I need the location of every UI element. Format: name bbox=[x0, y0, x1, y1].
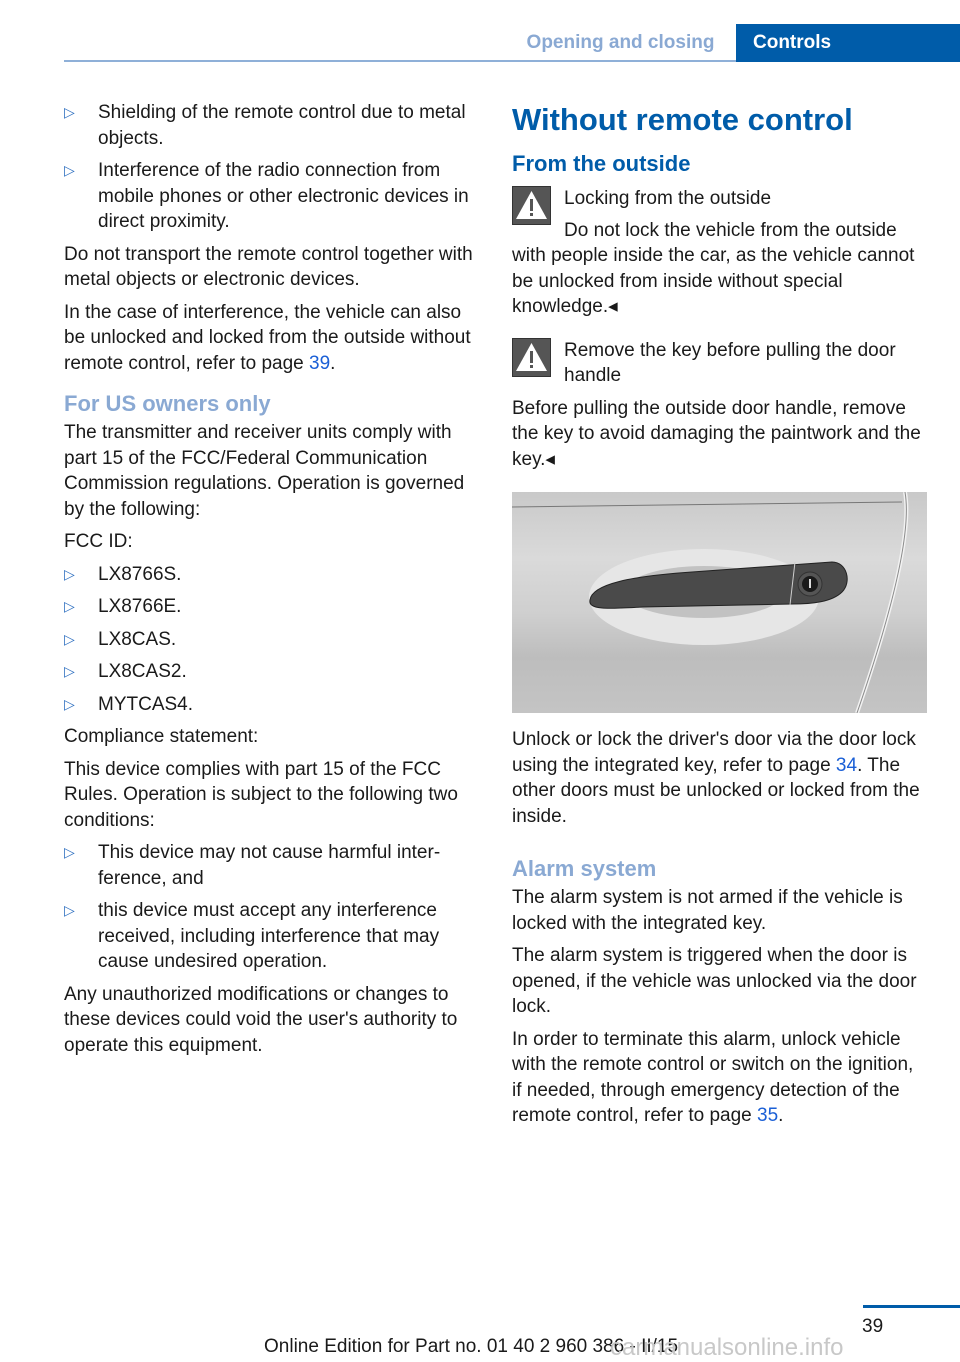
header-section-title: Opening and closing bbox=[526, 32, 715, 53]
triangle-bullet-icon: ▷ bbox=[64, 162, 75, 178]
paragraph-unlock: Unlock or lock the driver's door via the… bbox=[512, 729, 920, 827]
triangle-bullet-icon: ▷ bbox=[64, 565, 75, 582]
section-heading-alarm: Alarm system bbox=[512, 856, 657, 881]
warning-body: Before pulling the outside door handle, … bbox=[512, 397, 921, 470]
fcc-id-label: FCC ID: bbox=[64, 531, 133, 552]
paragraph-terminate-alarm: In order to terminate this alarm, unlock… bbox=[512, 1028, 914, 1127]
paragraph: Any unauthorized modifications or change… bbox=[64, 983, 458, 1056]
warning-block-locking: Locking from the outside Do not lock the… bbox=[512, 186, 927, 320]
right-column: Without remote control From the outside … bbox=[512, 100, 927, 1136]
warning-title: Remove the key before pulling the door h… bbox=[564, 339, 896, 387]
paragraph: The alarm system is triggered when the d… bbox=[512, 945, 917, 1017]
list-item-condition: ▷ this device must accept any interferenc… bbox=[64, 898, 479, 975]
left-column: ▷ Shielding of the remote control due to… bbox=[64, 100, 479, 1065]
list-item: ▷ Shielding of the remote control due to… bbox=[64, 100, 479, 151]
paragraph: This device complies with part 15 of the… bbox=[64, 758, 458, 831]
triangle-bullet-icon: ▷ bbox=[64, 663, 75, 679]
paragraph-interference: In the case of interference, the vehicle… bbox=[64, 301, 471, 374]
warning-block-remove-key: Remove the key before pulling the door h… bbox=[512, 337, 927, 473]
warning-triangle-icon bbox=[512, 186, 551, 225]
compliance-label: Compliance statement: bbox=[64, 726, 259, 747]
door-handle-image bbox=[512, 492, 927, 713]
triangle-bullet-icon: ▷ bbox=[64, 902, 75, 918]
triangle-bullet-icon: ▷ bbox=[64, 104, 75, 120]
watermark: carmanualsonline.info bbox=[610, 1334, 844, 1361]
page-link-39[interactable]: 39 bbox=[309, 353, 330, 374]
list-item-fcc-id: ▷ LX8CAS. bbox=[64, 627, 479, 653]
footer-rule bbox=[863, 1305, 960, 1308]
section-heading-us-owners: For US owners only bbox=[64, 391, 271, 416]
warning-body-first-line: Do not lock the vehicle from the outside bbox=[564, 219, 897, 241]
list-item-condition: ▷ This device may not cause harmful inter… bbox=[64, 840, 479, 891]
list-item-fcc-id: ▷ MYTCAS4. bbox=[64, 692, 479, 718]
page-link-35[interactable]: 35 bbox=[757, 1105, 778, 1126]
list-item-fcc-id: ▷ LX8766S. bbox=[64, 562, 479, 588]
paragraph: The alarm system is not armed if the veh… bbox=[512, 887, 903, 934]
page-link-34[interactable]: 34 bbox=[836, 755, 857, 776]
list-item-fcc-id: ▷ LX8CAS2. bbox=[64, 659, 479, 685]
paragraph: The transmitter and receiver units compl… bbox=[64, 422, 465, 520]
subsection-title: From the outside bbox=[512, 151, 691, 176]
warning-body: with people inside the car, as the vehic… bbox=[512, 245, 915, 317]
list-item: ▷ Interference of the radio connection f… bbox=[64, 158, 479, 235]
triangle-bullet-icon: ▷ bbox=[64, 598, 75, 614]
header-chapter-tab: Controls bbox=[736, 24, 960, 62]
triangle-bullet-icon: ▷ bbox=[64, 695, 75, 712]
section-title: Without remote control bbox=[512, 102, 853, 137]
triangle-bullet-icon: ▷ bbox=[64, 630, 75, 647]
warning-triangle-icon bbox=[512, 337, 551, 377]
triangle-bullet-icon: ▷ bbox=[64, 844, 75, 860]
paragraph: Do not transport the remote control toge… bbox=[64, 243, 473, 291]
list-item-fcc-id: ▷ LX8766E. bbox=[64, 594, 479, 620]
page-number: 39 bbox=[862, 1316, 884, 1337]
warning-title: Locking from the outside bbox=[564, 188, 772, 209]
